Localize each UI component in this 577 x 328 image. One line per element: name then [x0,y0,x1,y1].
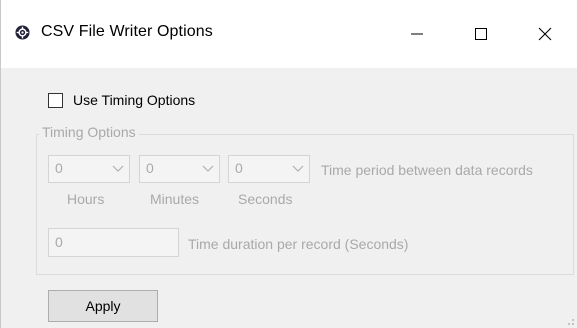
chevron-down-icon [202,165,214,172]
minutes-value: 0 [146,160,154,176]
maximize-button[interactable] [453,12,509,56]
hours-value: 0 [55,160,63,176]
close-icon [538,27,552,41]
title-bar[interactable]: CSV File Writer Options [1,0,577,68]
chevron-down-icon [112,165,124,172]
use-timing-checkbox[interactable] [48,92,63,108]
resize-grip-icon[interactable] [563,314,575,326]
duration-value: 0 [55,234,63,250]
seconds-label: Seconds [238,191,293,207]
timing-options-legend: Timing Options [39,124,139,140]
duration-label: Time duration per record (Seconds) [188,236,409,252]
minimize-icon [411,33,423,35]
use-timing-label[interactable]: Use Timing Options [73,92,195,108]
maximize-icon [475,28,487,40]
window-title: CSV File Writer Options [41,23,213,40]
chevron-down-icon [292,165,304,172]
seconds-value: 0 [235,160,243,176]
apply-button[interactable]: Apply [48,290,158,322]
minutes-select[interactable]: 0 [139,155,220,183]
hours-label: Hours [67,191,105,207]
minutes-label: Minutes [150,191,200,207]
gear-icon [15,25,30,40]
minimize-button[interactable] [389,12,445,56]
period-label: Time period between data records [321,162,533,178]
close-button[interactable] [517,12,573,56]
dialog-window: CSV File Writer Options Use Timing Optio… [0,0,577,328]
seconds-select[interactable]: 0 [228,155,310,183]
duration-input[interactable]: 0 [48,228,179,257]
use-timing-row[interactable]: Use Timing Options [48,91,195,109]
hours-select[interactable]: 0 [48,155,130,183]
